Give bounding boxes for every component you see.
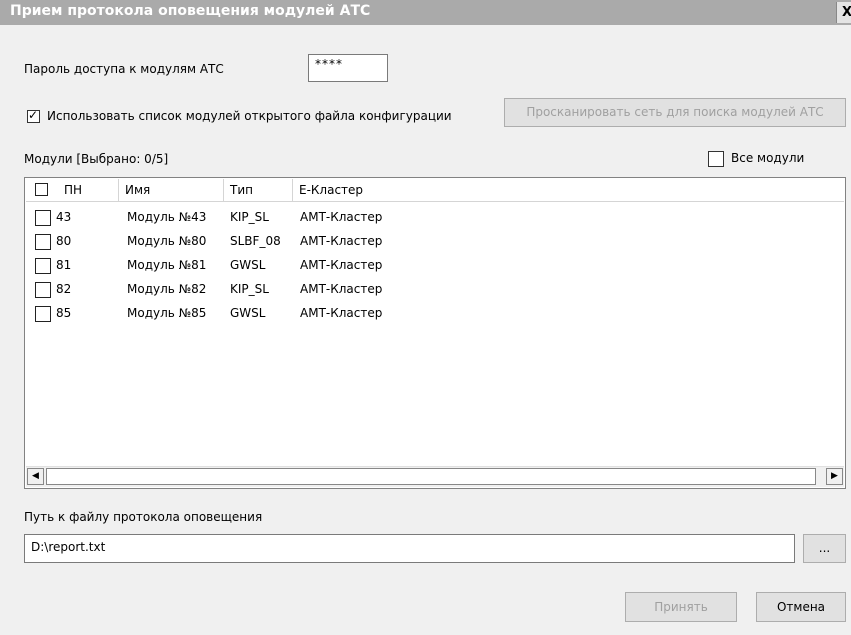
cell-pn: 85 [56,306,72,320]
column-header-cluster[interactable]: Е-Кластер [293,179,846,201]
cell-pn: 80 [56,234,72,248]
password-field[interactable]: **** [308,54,388,82]
use-config-checkbox[interactable] [27,108,40,123]
row-checkbox[interactable] [35,234,51,250]
column-label-pn: ПН [64,183,83,197]
row-checkbox[interactable] [35,258,51,274]
cell-type: KIP_SL [230,210,269,224]
close-button[interactable]: X [836,2,851,23]
use-config-label: Использовать список модулей открытого фа… [47,109,452,123]
column-header-pn[interactable]: ПН [26,179,119,201]
password-label: Пароль доступа к модулям АТС [24,62,224,76]
title-bar: Прием протокола оповещения модулей АТС X [0,0,851,25]
report-path-field[interactable]: D:\report.txt [24,534,795,563]
cell-cluster: АМТ-Кластер [300,210,383,224]
browse-button[interactable]: ... [803,534,846,563]
cell-type: SLBF_08 [230,234,281,248]
scroll-right-icon[interactable]: ▶ [826,468,843,485]
cell-name: Модуль №82 [127,282,207,296]
table-row[interactable]: 81 Модуль №81 GWSL АМТ-Кластер [25,254,845,278]
cell-pn: 82 [56,282,72,296]
cancel-button[interactable]: Отмена [756,592,846,622]
table-row[interactable]: 85 Модуль №85 GWSL АМТ-Кластер [25,302,845,326]
select-all-checkbox[interactable] [35,183,48,196]
cell-pn: 81 [56,258,72,272]
report-path-label: Путь к файлу протокола оповещения [24,510,263,524]
row-checkbox[interactable] [35,282,51,298]
horizontal-scrollbar[interactable]: ◀ ▶ [26,466,844,487]
all-modules-label: Все модули [731,151,805,165]
row-checkbox[interactable] [35,306,51,322]
row-checkbox[interactable] [35,210,51,226]
cell-name: Модуль №85 [127,306,207,320]
table-row[interactable]: 82 Модуль №82 KIP_SL АМТ-Кластер [25,278,845,302]
cell-cluster: АМТ-Кластер [300,234,383,248]
modules-list[interactable]: ПН Имя Тип Е-Кластер 43 Модуль №43 KIP_S… [24,177,846,489]
column-header-type[interactable]: Тип [224,179,293,201]
cell-name: Модуль №80 [127,234,207,248]
column-header-name[interactable]: Имя [119,179,224,201]
list-header: ПН Имя Тип Е-Кластер [26,179,844,202]
window-title: Прием протокола оповещения модулей АТС [10,3,371,19]
table-row[interactable]: 43 Модуль №43 KIP_SL АМТ-Кластер [25,206,845,230]
accept-button[interactable]: Принять [625,592,737,622]
table-row[interactable]: 80 Модуль №80 SLBF_08 АМТ-Кластер [25,230,845,254]
all-modules-checkbox[interactable] [708,151,724,167]
cell-name: Модуль №43 [127,210,207,224]
cell-cluster: АМТ-Кластер [300,306,383,320]
cell-cluster: АМТ-Кластер [300,258,383,272]
cell-name: Модуль №81 [127,258,207,272]
cell-type: KIP_SL [230,282,269,296]
scan-network-button[interactable]: Просканировать сеть для поиска модулей А… [504,98,846,127]
cell-type: GWSL [230,306,266,320]
cell-cluster: АМТ-Кластер [300,282,383,296]
scroll-thumb[interactable] [46,468,816,485]
modules-summary: Модули [Выбрано: 0/5] [24,152,169,166]
cell-type: GWSL [230,258,266,272]
scroll-left-icon[interactable]: ◀ [27,468,44,485]
cell-pn: 43 [56,210,72,224]
